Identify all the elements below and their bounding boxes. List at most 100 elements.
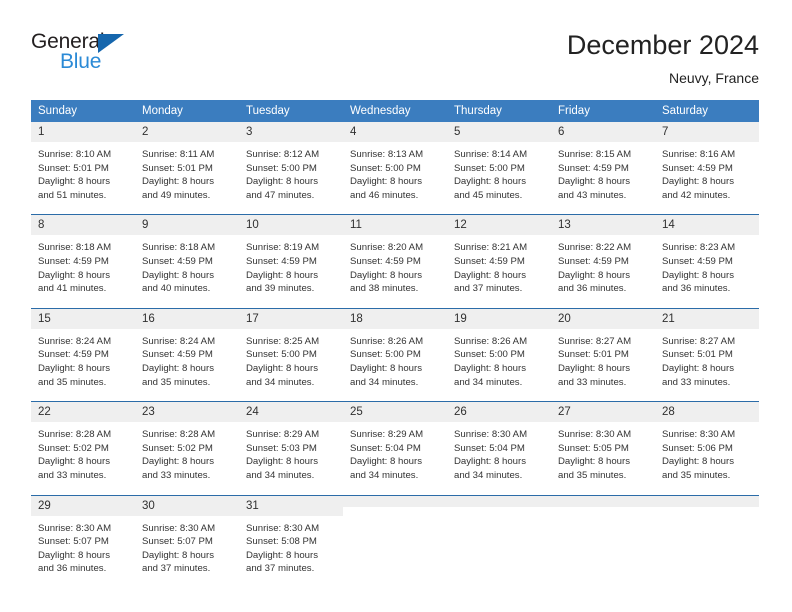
sunrise-time: Sunrise: 8:23 AM (662, 242, 736, 254)
day-cell[interactable]: 2 Sunrise: 8:11 AM Sunset: 5:01 PM Daylight… (135, 122, 239, 206)
daylight-duration-line2: and 34 minutes. (350, 376, 419, 388)
day-cell[interactable]: 22 Sunrise: 8:28 AM Sunset: 5:02 PM Dayligh… (31, 402, 135, 486)
day-details: Sunrise: 8:24 AM Sunset: 4:59 PM Daylight:… (135, 329, 239, 393)
daylight-duration-line1: Daylight: 8 hours (350, 176, 422, 188)
sunset-time: Sunset: 5:04 PM (350, 442, 421, 454)
daylight-duration-line1: Daylight: 8 hours (558, 176, 630, 188)
daylight-duration-line2: and 37 minutes. (246, 563, 315, 575)
general-blue-logo[interactable]: General Blue (31, 28, 141, 78)
day-number: 3 (239, 122, 343, 143)
sunrise-time: Sunrise: 8:29 AM (350, 429, 424, 441)
daylight-duration-line2: and 51 minutes. (38, 189, 107, 201)
day-details: Sunrise: 8:28 AM Sunset: 5:02 PM Daylight:… (135, 422, 239, 486)
day-number: 29 (31, 495, 135, 516)
day-cell[interactable]: 6 Sunrise: 8:15 AM Sunset: 4:59 PM Daylight… (551, 122, 655, 206)
day-cell[interactable]: 15 Sunrise: 8:24 AM Sunset: 4:59 PM Dayligh… (31, 308, 135, 393)
daylight-duration-line2: and 35 minutes. (662, 469, 731, 481)
day-cell[interactable]: 27 Sunrise: 8:30 AM Sunset: 5:05 PM Dayligh… (551, 402, 655, 486)
day-cell[interactable]: 31 Sunrise: 8:30 AM Sunset: 5:08 PM Dayligh… (239, 495, 343, 580)
sunrise-time: Sunrise: 8:30 AM (662, 429, 736, 441)
day-number: 8 (31, 215, 135, 236)
day-cell[interactable]: 10 Sunrise: 8:19 AM Sunset: 4:59 PM Dayligh… (239, 215, 343, 299)
location-label: Neuvy, France (669, 70, 759, 87)
day-cell[interactable]: 19 Sunrise: 8:26 AM Sunset: 5:00 PM Dayligh… (447, 308, 551, 393)
day-details: Sunrise: 8:26 AM Sunset: 5:00 PM Daylight:… (343, 329, 447, 393)
day-cell[interactable]: 12 Sunrise: 8:21 AM Sunset: 4:59 PM Dayligh… (447, 215, 551, 299)
day-cell[interactable]: 3 Sunrise: 8:12 AM Sunset: 5:00 PM Daylight… (239, 122, 343, 206)
day-number: 20 (551, 308, 655, 329)
day-number: 21 (655, 308, 759, 329)
day-cell[interactable]: 18 Sunrise: 8:26 AM Sunset: 5:00 PM Dayligh… (343, 308, 447, 393)
weekday-header-row: Sunday Monday Tuesday Wednesday Thursday Frid… (31, 100, 759, 123)
day-number (551, 495, 655, 507)
logo-text-general: General (31, 30, 105, 53)
day-cell[interactable]: 13 Sunrise: 8:22 AM Sunset: 4:59 PM Dayligh… (551, 215, 655, 299)
sunrise-time: Sunrise: 8:18 AM (38, 242, 112, 254)
day-details: Sunrise: 8:20 AM Sunset: 4:59 PM Daylight:… (343, 235, 447, 299)
daylight-duration-line2: and 36 minutes. (558, 283, 627, 295)
logo-text-blue: Blue (60, 50, 102, 73)
day-cell[interactable]: 24 Sunrise: 8:29 AM Sunset: 5:03 PM Dayligh… (239, 402, 343, 486)
daylight-duration-line2: and 39 minutes. (246, 283, 315, 295)
calendar-week-row: 15 Sunrise: 8:24 AM Sunset: 4:59 PM Dayligh… (31, 307, 759, 393)
day-cell[interactable]: 5 Sunrise: 8:14 AM Sunset: 5:00 PM Daylight… (447, 122, 551, 206)
day-cell[interactable]: 7 Sunrise: 8:16 AM Sunset: 4:59 PM Daylight… (655, 122, 759, 206)
sunset-time: Sunset: 5:00 PM (454, 162, 525, 174)
sunrise-time: Sunrise: 8:27 AM (558, 335, 632, 347)
day-number: 22 (31, 402, 135, 423)
day-cell[interactable]: 23 Sunrise: 8:28 AM Sunset: 5:02 PM Dayligh… (135, 402, 239, 486)
day-cell[interactable]: 20 Sunrise: 8:27 AM Sunset: 5:01 PM Dayligh… (551, 308, 655, 393)
day-cell[interactable]: 17 Sunrise: 8:25 AM Sunset: 5:00 PM Dayligh… (239, 308, 343, 393)
day-details: Sunrise: 8:10 AM Sunset: 5:01 PM Daylight:… (31, 142, 135, 206)
day-cell[interactable]: 25 Sunrise: 8:29 AM Sunset: 5:04 PM Dayligh… (343, 402, 447, 486)
daylight-duration-line1: Daylight: 8 hours (142, 176, 214, 188)
day-number: 26 (447, 402, 551, 423)
daylight-duration-line1: Daylight: 8 hours (142, 269, 214, 281)
day-cell[interactable]: 4 Sunrise: 8:13 AM Sunset: 5:00 PM Daylight… (343, 122, 447, 206)
sunset-time: Sunset: 5:01 PM (662, 349, 733, 361)
daylight-duration-line2: and 35 minutes. (38, 376, 107, 388)
day-details: Sunrise: 8:14 AM Sunset: 5:00 PM Daylight:… (447, 142, 551, 206)
sunrise-time: Sunrise: 8:28 AM (38, 429, 112, 441)
day-number: 1 (31, 122, 135, 143)
day-cell[interactable]: 16 Sunrise: 8:24 AM Sunset: 4:59 PM Dayligh… (135, 308, 239, 393)
daylight-duration-line2: and 33 minutes. (558, 376, 627, 388)
daylight-duration-line1: Daylight: 8 hours (350, 362, 422, 374)
daylight-duration-line1: Daylight: 8 hours (246, 269, 318, 281)
day-cell[interactable]: 14 Sunrise: 8:23 AM Sunset: 4:59 PM Dayligh… (655, 215, 759, 299)
day-number: 9 (135, 215, 239, 236)
day-cell[interactable]: 1 Sunrise: 8:10 AM Sunset: 5:01 PM Daylight… (31, 122, 135, 206)
daylight-duration-line1: Daylight: 8 hours (38, 456, 110, 468)
day-details: Sunrise: 8:30 AM Sunset: 5:08 PM Daylight:… (239, 516, 343, 580)
day-cell[interactable]: 9 Sunrise: 8:18 AM Sunset: 4:59 PM Daylight… (135, 215, 239, 299)
day-number: 23 (135, 402, 239, 423)
day-cell[interactable]: 26 Sunrise: 8:30 AM Sunset: 5:04 PM Dayligh… (447, 402, 551, 486)
daylight-duration-line2: and 45 minutes. (454, 189, 523, 201)
daylight-duration-line1: Daylight: 8 hours (142, 456, 214, 468)
daylight-duration-line1: Daylight: 8 hours (454, 176, 526, 188)
day-cell[interactable]: 8 Sunrise: 8:18 AM Sunset: 4:59 PM Daylight… (31, 215, 135, 299)
daylight-duration-line1: Daylight: 8 hours (558, 269, 630, 281)
calendar-grid: Sunday Monday Tuesday Wednesday Thursday Frid… (31, 100, 759, 580)
day-number: 31 (239, 495, 343, 516)
day-cell[interactable]: 29 Sunrise: 8:30 AM Sunset: 5:07 PM Dayligh… (31, 495, 135, 580)
page-header: General Blue December 2024 Neuvy, France (0, 0, 792, 86)
day-cell[interactable]: 28 Sunrise: 8:30 AM Sunset: 5:06 PM Dayligh… (655, 402, 759, 486)
sunrise-time: Sunrise: 8:30 AM (558, 429, 632, 441)
daylight-duration-line1: Daylight: 8 hours (246, 176, 318, 188)
sunrise-time: Sunrise: 8:28 AM (142, 429, 216, 441)
day-details: Sunrise: 8:29 AM Sunset: 5:04 PM Daylight:… (343, 422, 447, 486)
daylight-duration-line1: Daylight: 8 hours (662, 269, 734, 281)
sunset-time: Sunset: 4:59 PM (558, 256, 629, 268)
day-cell[interactable]: 30 Sunrise: 8:30 AM Sunset: 5:07 PM Dayligh… (135, 495, 239, 580)
daylight-duration-line1: Daylight: 8 hours (246, 456, 318, 468)
sunrise-time: Sunrise: 8:30 AM (38, 522, 112, 534)
day-details: Sunrise: 8:30 AM Sunset: 5:07 PM Daylight:… (135, 516, 239, 580)
sunset-time: Sunset: 5:01 PM (558, 349, 629, 361)
sunrise-time: Sunrise: 8:21 AM (454, 242, 528, 254)
day-cell[interactable]: 21 Sunrise: 8:27 AM Sunset: 5:01 PM Dayligh… (655, 308, 759, 393)
day-cell[interactable]: 11 Sunrise: 8:20 AM Sunset: 4:59 PM Dayligh… (343, 215, 447, 299)
daylight-duration-line1: Daylight: 8 hours (662, 176, 734, 188)
day-cell-empty (447, 495, 551, 580)
day-number: 12 (447, 215, 551, 236)
